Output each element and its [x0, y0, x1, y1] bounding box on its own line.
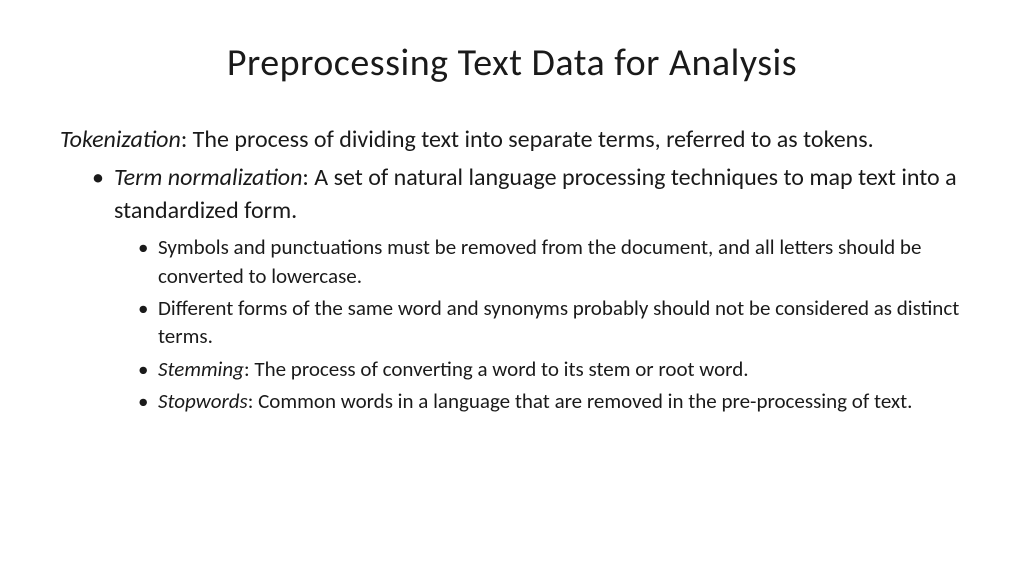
slide-title: Preprocessing Text Data for Analysis	[60, 40, 964, 86]
tokenization-definition: Tokenization: The process of dividing te…	[60, 124, 964, 156]
stemming-term: Stemming	[158, 356, 244, 382]
stopwords-term: Stopwords	[158, 388, 248, 414]
term-normalization-term: Term normalization	[114, 163, 302, 192]
stopwords-item: Stopwords: Common words in a language th…	[138, 387, 964, 415]
term-normalization-item: Term normalization: A set of natural lan…	[92, 162, 964, 227]
stopwords-text: : Common words in a language that are re…	[248, 388, 913, 414]
stemming-item: Stemming: The process of converting a wo…	[138, 355, 964, 383]
tokenization-text: : The process of dividing text into sepa…	[181, 125, 874, 154]
tokenization-term: Tokenization	[60, 125, 181, 154]
stemming-text: : The process of converting a word to it…	[244, 356, 749, 382]
symbols-item: Symbols and punctuations must be removed…	[138, 233, 964, 290]
symbols-text: Symbols and punctuations must be removed…	[158, 234, 921, 288]
different-forms-item: Different forms of the same word and syn…	[138, 294, 964, 351]
different-forms-text: Different forms of the same word and syn…	[158, 295, 959, 349]
slide-content: Tokenization: The process of dividing te…	[60, 124, 964, 415]
